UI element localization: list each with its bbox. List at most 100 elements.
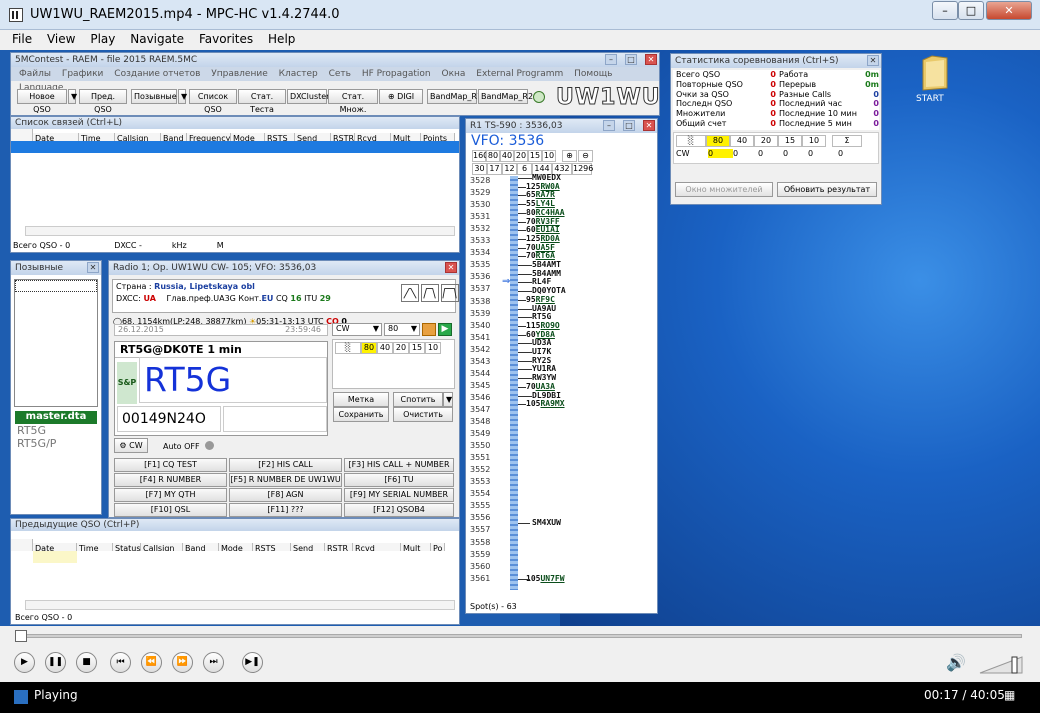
- spot-entry[interactable]: SM4XUW: [532, 518, 561, 527]
- spot-entry[interactable]: RW3YW: [532, 373, 556, 382]
- spot-entry[interactable]: UA9AU: [532, 304, 556, 313]
- spot-callsign[interactable]: DQ0YOTA: [532, 286, 566, 295]
- qso-list-button[interactable]: Список QSO: [189, 89, 237, 114]
- menu-control[interactable]: Управление: [211, 69, 267, 79]
- spot-callsign[interactable]: RT5G: [532, 312, 551, 321]
- list-item[interactable]: RT5G: [17, 424, 101, 437]
- spot-entry[interactable]: 125RD0A: [526, 234, 560, 243]
- spot-entry[interactable]: 70UA5F: [526, 243, 555, 252]
- callsigns-list[interactable]: [14, 279, 98, 407]
- spot-entry[interactable]: 95RF9C: [526, 295, 555, 304]
- function-key-button[interactable]: [F2] HIS CALL: [229, 458, 342, 472]
- spot-entry[interactable]: 5B4AMM: [532, 269, 561, 278]
- function-key-button[interactable]: [F10] QSL: [114, 503, 227, 517]
- spot-entry[interactable]: DL9DBI: [532, 391, 561, 400]
- band-button[interactable]: 10: [542, 150, 556, 162]
- new-qso-button[interactable]: Новое QSO: [17, 89, 67, 114]
- spot-entry[interactable]: DQ0YOTA: [532, 286, 566, 295]
- spot-callsign[interactable]: MW0EDX: [532, 173, 561, 182]
- band-button[interactable]: 1296: [572, 163, 593, 175]
- spot-callsign[interactable]: RD0A: [540, 234, 559, 243]
- contest-stats-button[interactable]: Стат. Теста: [238, 89, 286, 114]
- band-button[interactable]: 12: [502, 163, 517, 175]
- spot-callsign[interactable]: UA9AU: [532, 304, 556, 313]
- frame-step-button[interactable]: ▶❚: [242, 652, 263, 673]
- comment-input[interactable]: [223, 406, 327, 432]
- spot-callsign[interactable]: RA7R: [536, 190, 555, 199]
- previous-button[interactable]: ⏮: [110, 652, 131, 673]
- function-key-button[interactable]: [F4] R NUMBER: [114, 473, 227, 487]
- forward-button[interactable]: ⏩: [172, 652, 193, 673]
- spot-callsign[interactable]: RC4HAA: [536, 208, 565, 217]
- menu-files[interactable]: Файлы: [19, 69, 51, 79]
- bandmap-r2-button[interactable]: BandMap_R2: [478, 89, 533, 104]
- band-button[interactable]: 30: [472, 163, 487, 175]
- spot-callsign[interactable]: RW0A: [540, 182, 559, 191]
- menu-play[interactable]: Play: [90, 32, 115, 46]
- band-button[interactable]: 160: [472, 150, 488, 162]
- spot-callsign[interactable]: RF9C: [536, 295, 555, 304]
- mode-select[interactable]: CW ▼: [332, 323, 382, 336]
- spot-callsign[interactable]: UN7FW: [540, 574, 564, 583]
- col-date[interactable]: Date: [33, 133, 79, 141]
- zoom-button[interactable]: ⊕: [562, 150, 577, 162]
- band-button[interactable]: 15: [528, 150, 542, 162]
- band-15[interactable]: 15: [409, 342, 425, 354]
- spot-callsign[interactable]: LY4L: [536, 199, 555, 208]
- filter-peak-icon[interactable]: [401, 284, 419, 302]
- spot-entry[interactable]: 55LY4L: [526, 199, 555, 208]
- menu-help-ru[interactable]: Помощь: [574, 69, 612, 79]
- spot-entry[interactable]: RL4F: [532, 277, 551, 286]
- play-button[interactable]: ▶: [14, 652, 35, 673]
- volume-slider[interactable]: [978, 655, 1024, 675]
- spot-callsign[interactable]: UA5F: [536, 243, 555, 252]
- next-button[interactable]: ⏭: [203, 652, 224, 673]
- spot-callsign[interactable]: RA9MX: [540, 399, 564, 408]
- multipliers-window-button[interactable]: Окно множителей: [675, 182, 773, 197]
- refresh-results-button[interactable]: Обновить результат: [777, 182, 877, 197]
- spot-entry[interactable]: UI7K: [532, 347, 551, 356]
- band-button[interactable]: 20: [514, 150, 528, 162]
- cw-button[interactable]: ⚙ CW: [114, 438, 148, 453]
- spot-callsign[interactable]: RY2S: [532, 356, 551, 365]
- spot-callsign[interactable]: UI7K: [532, 347, 551, 356]
- function-key-button[interactable]: [F11] ???: [229, 503, 342, 517]
- function-key-button[interactable]: [F3] HIS CALL + NUMBER: [344, 458, 454, 472]
- spot-callsign[interactable]: RV3FF: [536, 217, 560, 226]
- menu-file[interactable]: File: [12, 32, 32, 46]
- spot-callsign[interactable]: UA3A: [536, 382, 555, 391]
- menu-view[interactable]: View: [47, 32, 75, 46]
- spot-entry[interactable]: 60EU1AI: [526, 225, 560, 234]
- play-icon[interactable]: ▶: [438, 323, 452, 336]
- menu-help[interactable]: Help: [268, 32, 295, 46]
- menu-network[interactable]: Сеть: [329, 69, 351, 79]
- band-40[interactable]: 40: [377, 342, 393, 354]
- band-button[interactable]: 40: [500, 150, 514, 162]
- band-80[interactable]: 80: [361, 342, 377, 354]
- spot-callsign[interactable]: EU1AI: [536, 225, 560, 234]
- close-button[interactable]: ✕: [986, 1, 1032, 20]
- minimize-button[interactable]: –: [932, 1, 958, 20]
- horizontal-scrollbar[interactable]: [25, 600, 455, 610]
- clear-button[interactable]: Очистить: [393, 407, 453, 422]
- spot-callsign[interactable]: YU1RA: [532, 364, 556, 373]
- spot-callsign[interactable]: RO9O: [540, 321, 559, 330]
- spot-entry[interactable]: 70RT6A: [526, 251, 555, 260]
- frequency-ruler[interactable]: [510, 176, 518, 590]
- menu-propagation[interactable]: HF Propagation: [362, 69, 431, 79]
- spot-callsign[interactable]: YD8A: [536, 330, 555, 339]
- exchange-input[interactable]: 00149N24O: [117, 406, 221, 432]
- folder-icon[interactable]: [920, 52, 950, 92]
- spot-callsign[interactable]: SM4XUW: [532, 518, 561, 527]
- mult-stats-button[interactable]: Стат. Множ.: [328, 89, 378, 114]
- callsign-input[interactable]: RT5G: [139, 357, 327, 403]
- menu-reports[interactable]: Создание отчетов: [114, 69, 200, 79]
- band-button[interactable]: 6: [517, 163, 532, 175]
- check-circle-icon[interactable]: [533, 91, 545, 103]
- pause-button[interactable]: ❚❚: [45, 652, 66, 673]
- spot-callsign[interactable]: 5B4AMM: [532, 269, 561, 278]
- volume-icon[interactable]: 🔊: [946, 653, 966, 672]
- spot-entry[interactable]: 105RA9MX: [526, 399, 565, 408]
- spot-entry[interactable]: 105UN7FW: [526, 574, 565, 583]
- function-key-button[interactable]: [F6] TU: [344, 473, 454, 487]
